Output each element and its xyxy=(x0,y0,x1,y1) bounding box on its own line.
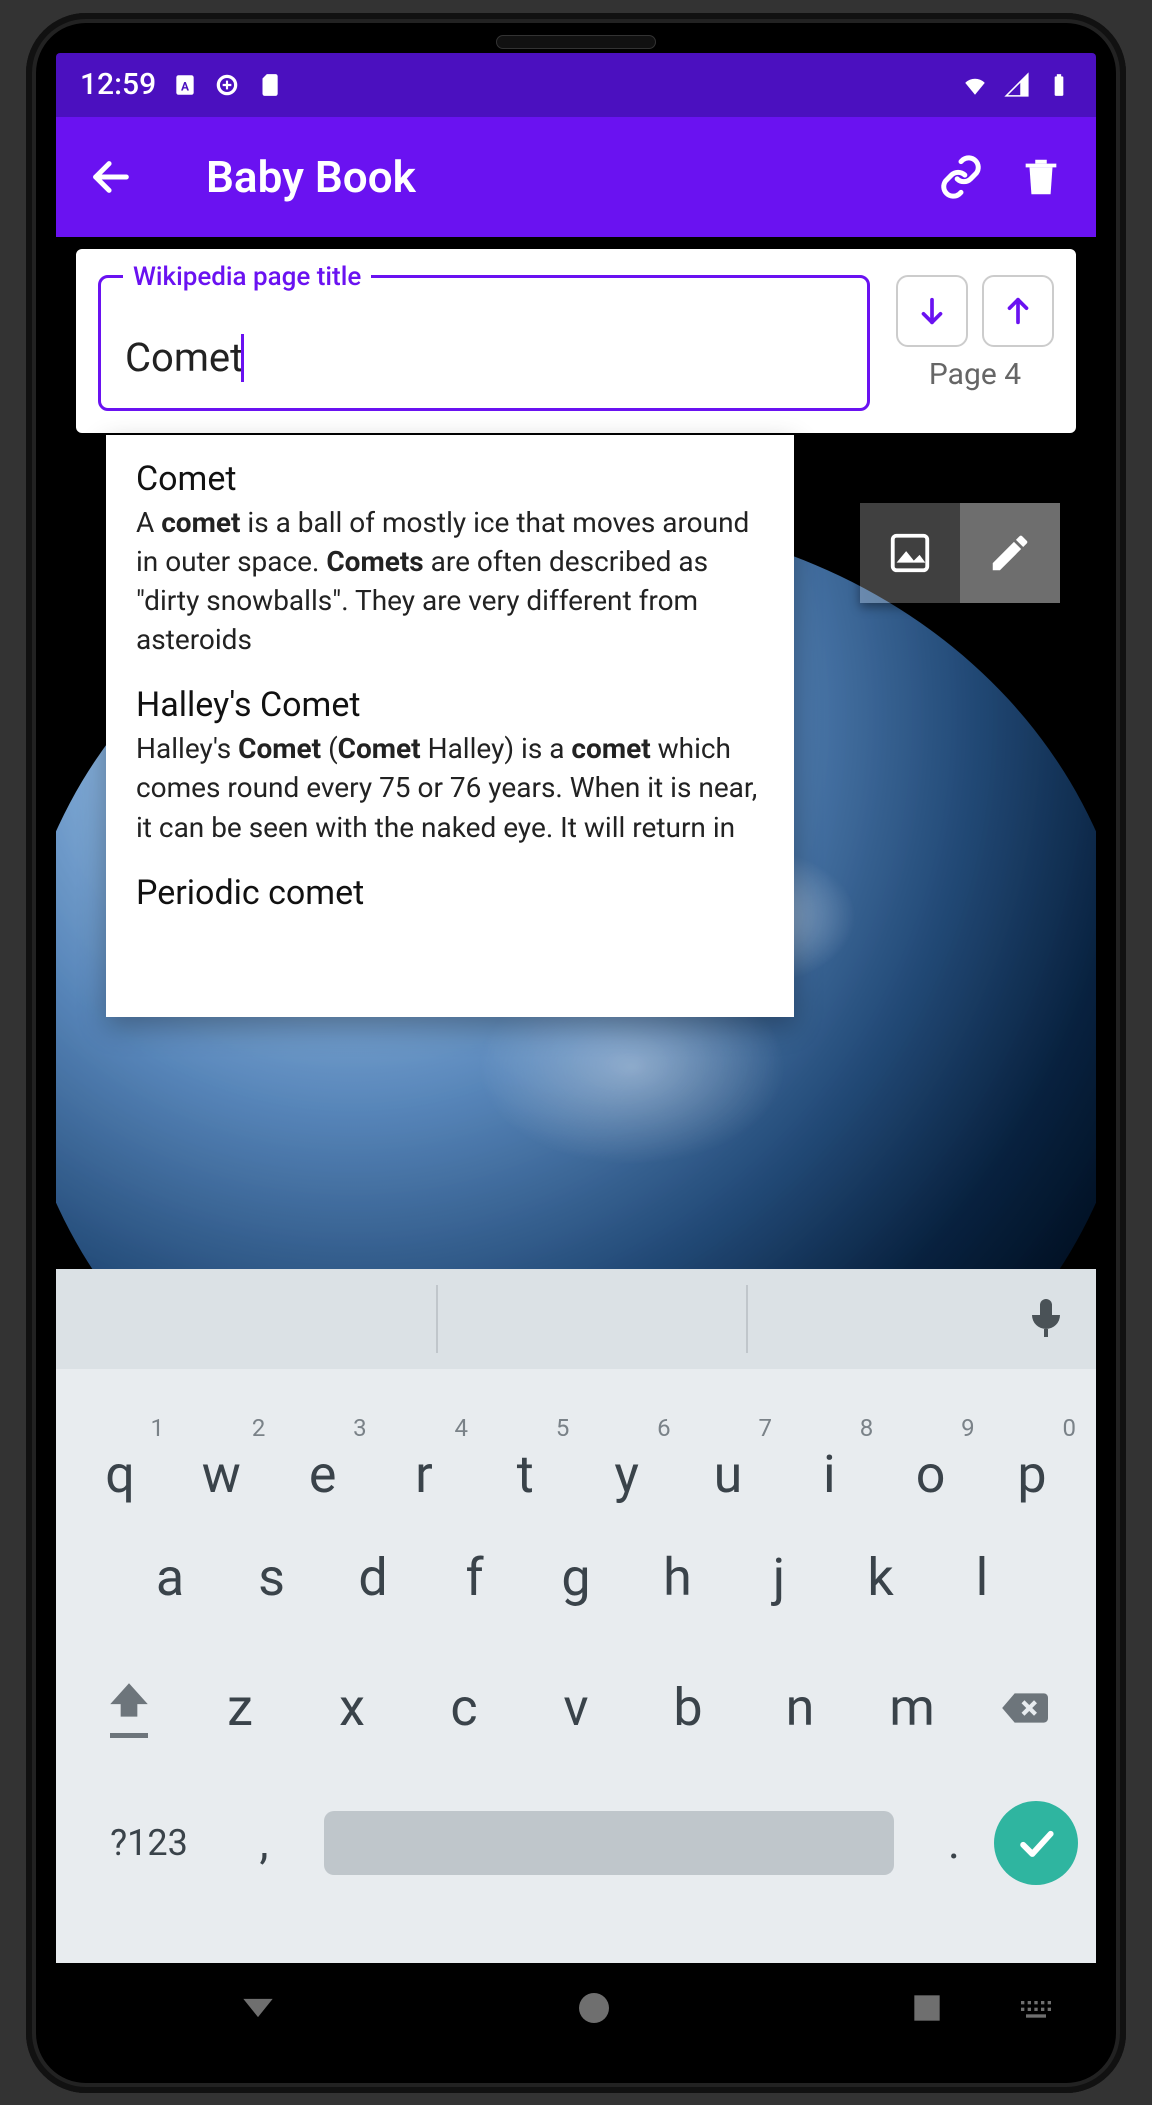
backspace-icon xyxy=(998,1683,1048,1733)
pencil-icon xyxy=(987,530,1033,576)
symbols-key[interactable]: ?123 xyxy=(74,1822,224,1864)
key-h[interactable]: h xyxy=(628,1547,728,1608)
nav-home-button[interactable] xyxy=(574,1988,614,2028)
comma-key[interactable]: , xyxy=(224,1816,304,1870)
soft-keyboard: 1q2w3e4r5t6y7u8i9o0p asdfghjkl zxcvbnm xyxy=(56,1269,1096,1963)
microphone-icon xyxy=(1022,1293,1070,1341)
page-title: Baby Book xyxy=(206,151,916,203)
key-c[interactable]: c xyxy=(414,1677,514,1738)
suggestion-item[interactable]: Periodic comet xyxy=(106,861,794,931)
key-z[interactable]: z xyxy=(190,1677,290,1738)
key-e[interactable]: 3e xyxy=(273,1444,373,1505)
wifi-icon xyxy=(962,72,988,98)
key-n[interactable]: n xyxy=(750,1677,850,1738)
enter-key[interactable] xyxy=(994,1801,1078,1885)
square-icon xyxy=(908,1989,946,2027)
suggestion-title: Comet xyxy=(136,459,770,499)
statusbar-time: 12:59 xyxy=(80,67,156,102)
keyboard-icon xyxy=(1016,1991,1056,2031)
battery-icon xyxy=(1046,72,1072,98)
image-icon xyxy=(887,530,933,576)
search-input-label: Wikipedia page title xyxy=(123,262,371,292)
sd-card-icon xyxy=(256,72,282,98)
page-up-button[interactable] xyxy=(982,275,1054,347)
key-j[interactable]: j xyxy=(729,1547,829,1608)
page-label: Page 4 xyxy=(929,357,1021,392)
suggestion-title: Halley's Comet xyxy=(136,685,770,725)
delete-button[interactable] xyxy=(1006,142,1076,212)
key-f[interactable]: f xyxy=(425,1547,525,1608)
text-cursor xyxy=(241,334,244,382)
key-p[interactable]: 0p xyxy=(982,1444,1082,1505)
cell-signal-icon xyxy=(1004,72,1030,98)
link-icon xyxy=(938,154,984,200)
key-d[interactable]: d xyxy=(323,1547,423,1608)
statusbar: 12:59 A xyxy=(56,53,1096,117)
key-m[interactable]: m xyxy=(862,1677,962,1738)
key-g[interactable]: g xyxy=(526,1547,626,1608)
keyboard-suggestion-bar[interactable] xyxy=(56,1269,1096,1369)
svg-text:A: A xyxy=(181,79,189,93)
key-y[interactable]: 6y xyxy=(577,1444,677,1505)
image-action-bar xyxy=(860,503,1060,603)
key-x[interactable]: x xyxy=(302,1677,402,1738)
data-saver-icon xyxy=(214,72,240,98)
key-r[interactable]: 4r xyxy=(374,1444,474,1505)
system-navbar xyxy=(56,1963,1096,2053)
nav-recents-button[interactable] xyxy=(908,1989,946,2027)
key-l[interactable]: l xyxy=(932,1547,1032,1608)
check-icon xyxy=(1014,1821,1058,1865)
period-key[interactable]: . xyxy=(914,1816,994,1870)
spacebar-key[interactable] xyxy=(324,1811,894,1875)
voice-input-button[interactable] xyxy=(1022,1293,1070,1341)
shift-key[interactable] xyxy=(74,1668,184,1748)
arrow-up-icon xyxy=(1001,294,1035,328)
link-button[interactable] xyxy=(926,142,996,212)
back-button[interactable] xyxy=(76,142,146,212)
key-i[interactable]: 8i xyxy=(779,1444,879,1505)
search-card: Wikipedia page title Comet xyxy=(76,249,1076,433)
key-v[interactable]: v xyxy=(526,1677,626,1738)
page-down-button[interactable] xyxy=(896,275,968,347)
key-t[interactable]: 5t xyxy=(475,1444,575,1505)
appbar: Baby Book xyxy=(56,117,1096,237)
suggestion-title: Periodic comet xyxy=(136,873,770,913)
key-s[interactable]: s xyxy=(222,1547,322,1608)
suggestion-description: Halley's Comet (Comet Halley) is a comet… xyxy=(136,729,770,847)
key-o[interactable]: 9o xyxy=(881,1444,981,1505)
triangle-down-icon xyxy=(236,1986,280,2030)
key-a[interactable]: a xyxy=(120,1547,220,1608)
search-input-container[interactable]: Wikipedia page title Comet xyxy=(98,275,870,411)
edit-button[interactable] xyxy=(960,503,1060,603)
auto-rotate-icon: A xyxy=(172,72,198,98)
arrow-down-icon xyxy=(915,294,949,328)
suggestion-item[interactable]: Halley's CometHalley's Comet (Comet Hall… xyxy=(106,673,794,861)
key-k[interactable]: k xyxy=(831,1547,931,1608)
backspace-key[interactable] xyxy=(968,1668,1078,1748)
search-input[interactable]: Comet xyxy=(125,334,243,381)
key-w[interactable]: 2w xyxy=(171,1444,271,1505)
trash-icon xyxy=(1018,154,1064,200)
suggestions-dropdown: CometA comet is a ball of mostly ice tha… xyxy=(106,435,794,1017)
key-q[interactable]: 1q xyxy=(70,1444,170,1505)
suggestion-item[interactable]: CometA comet is a ball of mostly ice tha… xyxy=(106,447,794,674)
hide-keyboard-button[interactable] xyxy=(1016,1991,1056,2035)
key-u[interactable]: 7u xyxy=(678,1444,778,1505)
image-button[interactable] xyxy=(860,503,960,603)
suggestion-description: A comet is a ball of mostly ice that mov… xyxy=(136,503,770,660)
circle-icon xyxy=(574,1988,614,2028)
arrow-left-icon xyxy=(88,154,134,200)
shift-icon xyxy=(104,1677,154,1727)
key-b[interactable]: b xyxy=(638,1677,738,1738)
nav-back-button[interactable] xyxy=(236,1986,280,2030)
